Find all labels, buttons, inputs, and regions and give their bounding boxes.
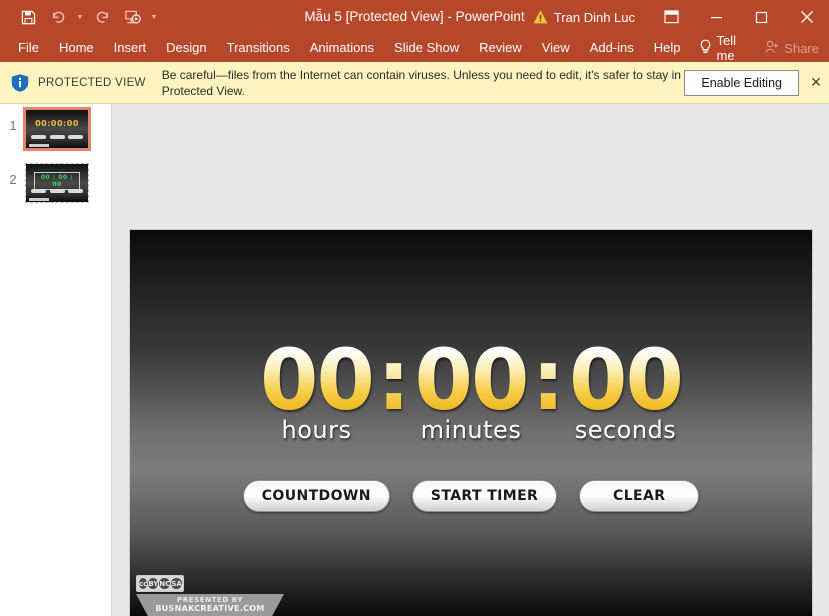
thumbnail-number-2: 2 <box>9 172 17 187</box>
maximize-icon[interactable] <box>739 0 784 34</box>
ribbon-right-group: Tell me Share <box>691 33 829 63</box>
undo-icon[interactable] <box>44 4 72 30</box>
account-area[interactable]: Tran Dinh Luc <box>532 9 635 25</box>
thumbnail-buttons-2 <box>31 189 83 193</box>
thumbnail-item-1[interactable]: 1 00:00:00 <box>0 104 111 151</box>
close-icon[interactable] <box>784 0 829 34</box>
protected-view-label: PROTECTED VIEW <box>38 76 146 89</box>
thumbnail-button-clear-2 <box>68 189 83 193</box>
enable-editing-button[interactable]: Enable Editing <box>684 69 799 96</box>
quick-access-toolbar: ▼ ▼ <box>14 4 160 30</box>
thumbnail-image-2: 00 : 00 : 00 <box>26 164 88 202</box>
timer-separator-2: : <box>527 338 569 422</box>
timer-seconds-group: 00 seconds <box>569 331 684 444</box>
tab-slide-show[interactable]: Slide Show <box>384 34 469 62</box>
thumbnail-number-1: 1 <box>9 118 17 133</box>
tab-view[interactable]: View <box>532 34 580 62</box>
presented-by-banner: PRESENTED BY BUSNAKCREATIVE.COM <box>136 594 284 616</box>
lightbulb-icon <box>699 39 712 57</box>
tell-me-label: Tell me <box>716 33 737 63</box>
tab-help[interactable]: Help <box>644 34 691 62</box>
thumbnail-button-start-2 <box>49 189 65 193</box>
share-button[interactable]: Share <box>759 34 829 62</box>
protected-view-message: Be careful—files from the Internet can c… <box>161 67 681 98</box>
timer-separator-1: : <box>373 338 415 422</box>
thumbnail-preview-1[interactable]: 00:00:00 <box>23 107 91 151</box>
save-icon[interactable] <box>14 4 42 30</box>
tab-insert[interactable]: Insert <box>104 34 157 62</box>
ribbon-tab-bar: File Home Insert Design Transitions Anim… <box>0 33 829 63</box>
thumbnail-buttons-1 <box>31 135 83 139</box>
tab-add-ins[interactable]: Add-ins <box>580 34 644 62</box>
cc-mark-cc: cc <box>139 578 148 589</box>
countdown-timer-display: 00 hours : 00 minutes : 00 seconds <box>130 338 812 444</box>
start-from-beginning-icon[interactable] <box>118 4 146 30</box>
presented-by-label: PRESENTED BY <box>176 596 243 604</box>
timer-hours-value: 00 <box>260 331 375 429</box>
protected-view-close-icon[interactable]: ✕ <box>805 62 827 104</box>
timer-minutes-value: 00 <box>414 331 530 429</box>
presented-by-site: BUSNAKCREATIVE.COM <box>155 604 265 613</box>
cc-mark-by: BY <box>148 578 159 589</box>
countdown-button[interactable]: COUNTDOWN <box>242 480 390 512</box>
cc-mark-nc: NC <box>159 578 171 589</box>
customize-quick-access-toolbar-icon[interactable]: ▼ <box>148 4 160 30</box>
tab-file[interactable]: File <box>8 34 49 62</box>
tell-me-box[interactable]: Tell me <box>691 33 760 63</box>
slide-editing-area: 00 hours : 00 minutes : 00 seconds COUNT… <box>112 104 829 616</box>
slide-footer: cc BY NC SA PRESENTED BY BUSNAKCREATIVE.… <box>136 575 288 616</box>
warning-triangle-icon <box>532 10 548 24</box>
thumbnail-button-countdown <box>31 135 46 139</box>
redo-icon[interactable] <box>88 4 116 30</box>
slide-canvas[interactable]: 00 hours : 00 minutes : 00 seconds COUNT… <box>130 230 812 616</box>
timer-minutes-group: 00 minutes <box>414 331 530 444</box>
clear-button[interactable]: CLEAR <box>579 480 700 512</box>
title-bar-right: Tran Dinh Luc <box>532 0 829 34</box>
start-timer-button[interactable]: START TIMER <box>411 480 558 512</box>
title-bar: ▼ ▼ Mẫu 5 [Protected View] - PowerPoint <box>0 0 829 34</box>
ribbon-display-options-icon[interactable] <box>649 0 694 34</box>
thumbnail-digits-1: 00:00:00 <box>35 119 79 128</box>
timer-seconds-value: 00 <box>569 331 684 429</box>
cc-mark-sa: SA <box>171 578 182 589</box>
minimize-icon[interactable] <box>694 0 739 34</box>
person-add-icon <box>765 40 779 57</box>
thumbnail-button-start <box>49 135 65 139</box>
timer-controls: COUNTDOWN START TIMER CLEAR <box>130 480 812 512</box>
thumbnail-footer-2 <box>29 198 49 201</box>
protected-view-bar: PROTECTED VIEW Be careful—files from the… <box>0 62 829 104</box>
creative-commons-icon: cc BY NC SA <box>136 575 184 592</box>
thumbnail-digits-2: 00 : 00 : 00 <box>34 172 80 190</box>
undo-dropdown-icon[interactable]: ▼ <box>74 4 86 30</box>
thumbnail-item-2[interactable]: 2 00 : 00 : 00 <box>0 148 111 203</box>
tab-design[interactable]: Design <box>156 34 216 62</box>
powerpoint-window: ▼ ▼ Mẫu 5 [Protected View] - PowerPoint <box>0 0 829 616</box>
info-icon <box>10 73 30 93</box>
share-label: Share <box>784 40 819 56</box>
slide-thumbnail-panel[interactable]: 1 00:00:00 2 00 : 00 : 00 <box>0 104 112 616</box>
tab-home[interactable]: Home <box>49 34 104 62</box>
thumbnail-footer-1 <box>29 144 49 147</box>
thumbnail-preview-2[interactable]: 00 : 00 : 00 <box>25 163 89 203</box>
tab-review[interactable]: Review <box>469 34 532 62</box>
tab-transitions[interactable]: Transitions <box>217 34 300 62</box>
tab-animations[interactable]: Animations <box>300 34 384 62</box>
thumbnail-button-clear <box>68 135 83 139</box>
account-name: Tran Dinh Luc <box>553 9 635 25</box>
thumbnail-button-countdown-2 <box>31 189 46 193</box>
thumbnail-image-1: 00:00:00 <box>26 110 88 148</box>
timer-hours-group: 00 hours <box>260 331 375 444</box>
